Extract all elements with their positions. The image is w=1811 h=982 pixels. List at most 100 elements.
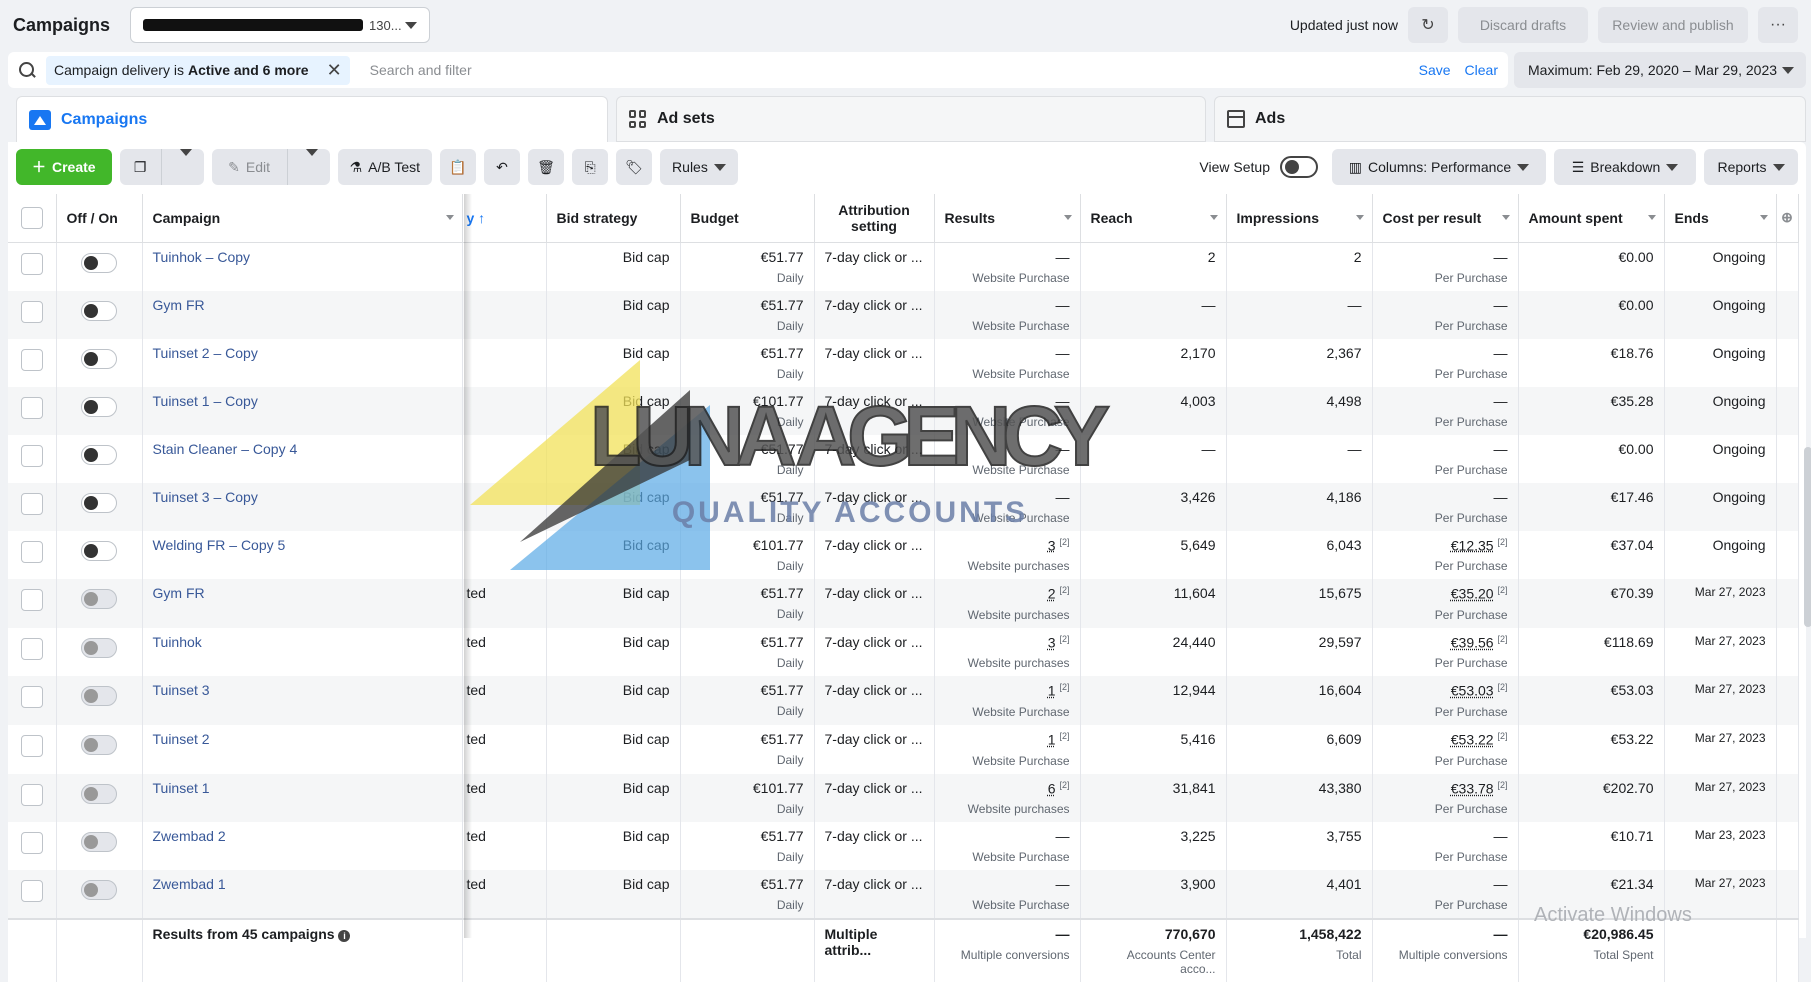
discard-drafts-button[interactable]: Discard drafts (1458, 7, 1588, 43)
close-icon[interactable]: ✕ (327, 60, 342, 81)
tab-campaigns[interactable]: Campaigns (16, 96, 608, 142)
campaign-name-link[interactable]: Zwembad 1 (153, 876, 226, 892)
row-checkbox[interactable] (21, 880, 43, 902)
campaign-name-link[interactable]: Tuinhok (153, 634, 202, 650)
table-row[interactable]: Tuinset 2 – Copy Bid cap €51.77 Daily 7-day … (8, 339, 1798, 387)
table-row[interactable]: Welding FR – Copy 5 Bid cap €101.77 Daily 7-… (8, 531, 1798, 580)
table-row[interactable]: Tuinset 1 ted Bid cap €101.77 Daily 7-day cli… (8, 774, 1798, 823)
clear-filter-link[interactable]: Clear (1465, 62, 1498, 78)
row-checkbox[interactable] (21, 397, 43, 419)
duplicate-button[interactable]: ❐ (120, 149, 204, 185)
row-checkbox[interactable] (21, 638, 43, 660)
ab-test-button[interactable]: ⚗ A/B Test (338, 149, 432, 185)
row-checkbox[interactable] (21, 301, 43, 323)
col-budget[interactable]: Budget (680, 194, 814, 242)
date-range-picker[interactable]: Maximum: Feb 29, 2020 – Mar 29, 2023 (1514, 52, 1806, 88)
campaign-name-link[interactable]: Welding FR – Copy 5 (153, 537, 286, 553)
table-row[interactable]: Tuinhok – Copy Bid cap €51.77 Daily 7-day cl… (8, 242, 1798, 291)
undo-button[interactable]: ↶ (484, 149, 520, 185)
table-row[interactable]: Tuinset 1 – Copy Bid cap €101.77 Daily 7-day… (8, 387, 1798, 435)
clipboard-button[interactable]: 📋 (440, 149, 476, 185)
col-attribution[interactable]: Attribution setting (814, 194, 934, 242)
delete-button[interactable]: 🗑 (528, 149, 564, 185)
table-row[interactable]: Tuinset 3 – Copy Bid cap €51.77 Daily 7-day … (8, 483, 1798, 531)
campaign-toggle[interactable] (81, 784, 117, 804)
campaign-toggle[interactable] (81, 301, 117, 321)
save-filter-link[interactable]: Save (1419, 62, 1451, 78)
campaign-name-link[interactable]: Stain Cleaner – Copy 4 (153, 441, 298, 457)
more-options-button[interactable]: ··· (1758, 7, 1798, 43)
col-reach[interactable]: Reach (1080, 194, 1226, 242)
row-checkbox[interactable] (21, 253, 43, 275)
campaign-name-link[interactable]: Tuinset 2 (153, 731, 210, 747)
row-checkbox[interactable] (21, 686, 43, 708)
tag-button[interactable]: 🏷 (616, 149, 652, 185)
table-row[interactable]: Tuinhok ted Bid cap €51.77 Daily 7-day click … (8, 628, 1798, 677)
campaign-toggle[interactable] (81, 686, 117, 706)
col-amount-spent[interactable]: Amount spent (1518, 194, 1664, 242)
row-checkbox[interactable] (21, 589, 43, 611)
campaign-toggle[interactable] (81, 638, 117, 658)
row-checkbox[interactable] (21, 349, 43, 371)
chevron-down-icon[interactable] (168, 149, 204, 185)
col-bid-strategy[interactable]: Bid strategy (546, 194, 680, 242)
table-row[interactable]: Zwembad 2 ted Bid cap €51.77 Daily 7-day clic… (8, 822, 1798, 870)
campaign-toggle[interactable] (81, 832, 117, 852)
col-cost-per-result[interactable]: Cost per result (1372, 194, 1518, 242)
table-row[interactable]: Zwembad 1 ted Bid cap €51.77 Daily 7-day clic… (8, 870, 1798, 919)
review-publish-button[interactable]: Review and publish (1598, 7, 1748, 43)
campaign-toggle[interactable] (81, 397, 117, 417)
table-row[interactable]: Stain Cleaner – Copy 4 Bid cap €51.77 Daily… (8, 435, 1798, 483)
preview-button[interactable]: ⎘ (572, 149, 608, 185)
campaign-toggle[interactable] (81, 541, 117, 561)
row-checkbox[interactable] (21, 445, 43, 467)
columns-button[interactable]: ▥ Columns: Performance (1332, 149, 1546, 185)
breakdown-button[interactable]: ☰ Breakdown (1554, 149, 1696, 185)
chevron-down-icon[interactable] (294, 149, 330, 185)
table-row[interactable]: Tuinset 3 ted Bid cap €51.77 Daily 7-day clic… (8, 676, 1798, 725)
campaign-toggle[interactable] (81, 589, 117, 609)
campaign-toggle[interactable] (81, 735, 117, 755)
table-row[interactable]: Gym FR Bid cap €51.77 Daily 7-day click or .… (8, 291, 1798, 339)
view-setup-toggle[interactable] (1280, 156, 1318, 178)
campaign-name-link[interactable]: Zwembad 2 (153, 828, 226, 844)
refresh-button[interactable]: ↻ (1408, 7, 1448, 43)
campaign-name-link[interactable]: Tuinset 3 (153, 682, 210, 698)
campaign-toggle[interactable] (81, 253, 117, 273)
info-icon[interactable]: i (338, 930, 350, 942)
reports-button[interactable]: Reports (1704, 149, 1798, 185)
campaign-name-link[interactable]: Tuinset 1 – Copy (153, 393, 258, 409)
campaign-name-link[interactable]: Tuinset 2 – Copy (153, 345, 258, 361)
campaign-toggle[interactable] (81, 445, 117, 465)
campaign-toggle[interactable] (81, 493, 117, 513)
tab-ad-sets[interactable]: Ad sets (616, 96, 1206, 142)
table-row[interactable]: Gym FR ted Bid cap €51.77 Daily 7-day click o… (8, 579, 1798, 628)
edit-button[interactable]: ✎ Edit (212, 149, 330, 185)
table-row[interactable]: Tuinset 2 ted Bid cap €51.77 Daily 7-day clic… (8, 725, 1798, 774)
row-checkbox[interactable] (21, 541, 43, 563)
rules-button[interactable]: Rules (660, 149, 738, 185)
col-ends[interactable]: Ends (1664, 194, 1776, 242)
campaign-name-link[interactable]: Tuinset 1 (153, 780, 210, 796)
col-campaign[interactable]: Campaign (142, 194, 462, 242)
tab-ads[interactable]: Ads (1214, 96, 1806, 142)
col-off-on[interactable]: Off / On (56, 194, 142, 242)
col-impressions[interactable]: Impressions (1226, 194, 1372, 242)
campaign-name-link[interactable]: Gym FR (153, 585, 205, 601)
row-checkbox[interactable] (21, 493, 43, 515)
campaign-name-link[interactable]: Tuinset 3 – Copy (153, 489, 258, 505)
create-button[interactable]: ＋ Create (16, 149, 112, 185)
search-input[interactable] (370, 62, 1405, 78)
campaign-name-link[interactable]: Tuinhok – Copy (153, 249, 251, 265)
filter-chip-delivery[interactable]: Campaign delivery is Active and 6 more ✕ (46, 56, 350, 85)
add-column-button[interactable]: ⊕ (1776, 194, 1798, 242)
campaign-toggle[interactable] (81, 349, 117, 369)
col-results[interactable]: Results (934, 194, 1080, 242)
vertical-scrollbar[interactable] (1804, 447, 1811, 627)
select-all-checkbox[interactable] (21, 207, 43, 229)
campaign-toggle[interactable] (81, 880, 117, 900)
col-delivery[interactable]: y ↑ (462, 194, 546, 242)
row-checkbox[interactable] (21, 735, 43, 757)
row-checkbox[interactable] (21, 832, 43, 854)
campaign-name-link[interactable]: Gym FR (153, 297, 205, 313)
